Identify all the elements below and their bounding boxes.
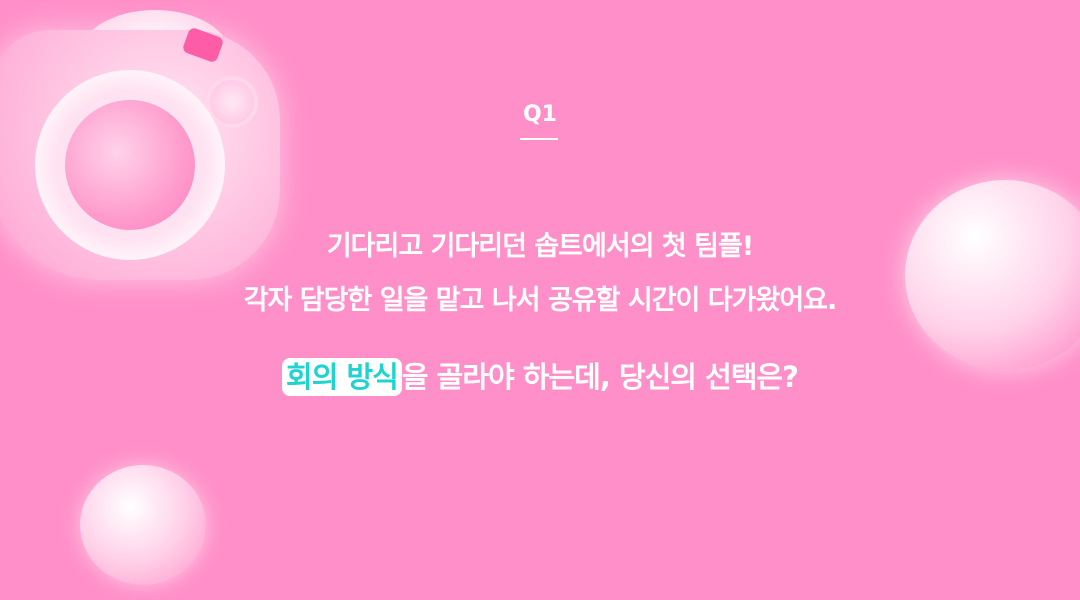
intro-line-1: 기다리고 기다리던 솝트에서의 첫 팀플! (326, 231, 754, 262)
decorative-sphere-bottom-left (80, 465, 206, 585)
intro-line-2: 각자 담당한 일을 맡고 나서 공유할 시간이 다가왔어요. (243, 285, 838, 316)
decorative-sphere-right (905, 180, 1080, 370)
question-number-underline (520, 138, 558, 140)
question-text: 회의 방식 을 골라야 하는데, 당신의 선택은? (0, 354, 1080, 396)
question-rest: 을 골라야 하는데, 당신의 선택은? (401, 360, 799, 394)
question-highlight: 회의 방식 (282, 358, 402, 396)
question-number: Q1 (522, 102, 557, 127)
